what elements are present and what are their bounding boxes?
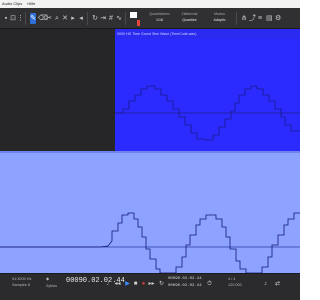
- menu-audio-clips[interactable]: Audio Clips: [2, 1, 22, 6]
- toolbar: ▪ ⊡ ⋮ ✎ ⌫ ✂ ⌕ ✕ ▸ ◂ ↻ ⇥ # ∿ Quantisieren…: [0, 8, 300, 29]
- right-locator-time[interactable]: 00090.02.02.44: [168, 284, 202, 288]
- metronome-icon[interactable]: ♩: [106, 280, 113, 288]
- auto-scroll-icon[interactable]: ⇥: [100, 13, 106, 24]
- lane-waveform[interactable]: [0, 153, 300, 273]
- target-format-value[interactable]: Quantize: [176, 17, 203, 23]
- toolbar-divider: [25, 12, 26, 25]
- slice-icon[interactable]: ≡: [257, 13, 263, 24]
- samples-text: Samples 8: [12, 283, 30, 287]
- menu-help[interactable]: Hilfe: [27, 1, 35, 6]
- play-tool-icon[interactable]: ▸: [70, 13, 76, 24]
- erase-tool-icon[interactable]: ⌫: [38, 13, 48, 24]
- loop-icon[interactable]: ↻: [92, 13, 98, 24]
- color-swatch-white[interactable]: [130, 12, 137, 18]
- mode-value[interactable]: Adaptiv: [206, 17, 233, 23]
- forward-icon[interactable]: ▸▸: [148, 280, 155, 288]
- quantize-field[interactable]: Quantisieren 1/16: [146, 12, 173, 26]
- overview-lane[interactable]: [0, 151, 300, 273]
- color-swatch-red[interactable]: [137, 20, 140, 26]
- menu-bar: Audio Clips Hilfe: [0, 0, 300, 8]
- cycle-label: Zyklus: [46, 284, 57, 288]
- transport-bar: 91:3200 Hz Samples 8 ◆ Zyklus 00090.02.0…: [0, 273, 300, 300]
- toolbar-divider: [236, 12, 237, 25]
- draw-tool-icon[interactable]: ✎: [30, 13, 36, 24]
- record-icon[interactable]: ●: [140, 280, 147, 288]
- tempo-track-icon[interactable]: ⏱: [206, 280, 213, 288]
- info-icon[interactable]: ⊡: [10, 13, 16, 24]
- position-icon: ◆: [46, 277, 49, 281]
- scrub-tool-icon[interactable]: ◂: [78, 13, 84, 24]
- play-icon[interactable]: ▶: [124, 280, 131, 288]
- toolbar-divider: [87, 12, 88, 25]
- toolbar-divider: [125, 12, 126, 25]
- grid-icon[interactable]: #: [108, 13, 114, 24]
- left-locator-time[interactable]: 00090.02.02.44: [168, 277, 202, 281]
- target-format-field[interactable]: Zielformat Quantize: [176, 12, 203, 26]
- tempo-text[interactable]: 120.000: [228, 283, 242, 287]
- clip-name: 0000 HD Time Grund Sine Wave (TimeCode.w…: [115, 29, 300, 39]
- quantize-value[interactable]: 1/16: [146, 17, 173, 23]
- sample-editor: 0000 HD Time Grund Sine Wave (TimeCode.w…: [0, 29, 300, 151]
- snap-icon[interactable]: ⋮: [17, 13, 24, 24]
- sample-rate-text: 91:3200 Hz: [12, 277, 32, 281]
- waveform-icon[interactable]: ∿: [116, 13, 122, 24]
- zoom-tool-icon[interactable]: ⌕: [54, 13, 60, 24]
- sync-icon[interactable]: ⇄: [274, 280, 281, 288]
- mute-tool-icon[interactable]: ✕: [62, 13, 68, 24]
- lane-waveform-line: [0, 212, 300, 273]
- tool-settings-icon[interactable]: ⚙: [275, 13, 281, 24]
- click-icon[interactable]: ♪: [262, 280, 269, 288]
- overview-icon[interactable]: ▤: [266, 13, 273, 24]
- clip-waveform[interactable]: [115, 39, 300, 151]
- signature-text[interactable]: 4 / 4: [228, 277, 235, 281]
- record-mode-icon[interactable]: ▪: [3, 13, 9, 24]
- audio-clip[interactable]: 0000 HD Time Grund Sine Wave (TimeCode.w…: [115, 29, 300, 151]
- rewind-icon[interactable]: ◂◂: [114, 280, 121, 288]
- warp-icon[interactable]: ⤴: [249, 13, 256, 24]
- stop-icon[interactable]: ■: [132, 280, 139, 288]
- mode-field[interactable]: Modus Adaptiv: [206, 12, 233, 26]
- editor-inspector-area: [0, 29, 115, 151]
- scissors-icon[interactable]: ✂: [46, 13, 52, 24]
- loop-toggle-icon[interactable]: ↻: [158, 280, 165, 288]
- hitpoints-icon[interactable]: ⋔: [241, 13, 247, 24]
